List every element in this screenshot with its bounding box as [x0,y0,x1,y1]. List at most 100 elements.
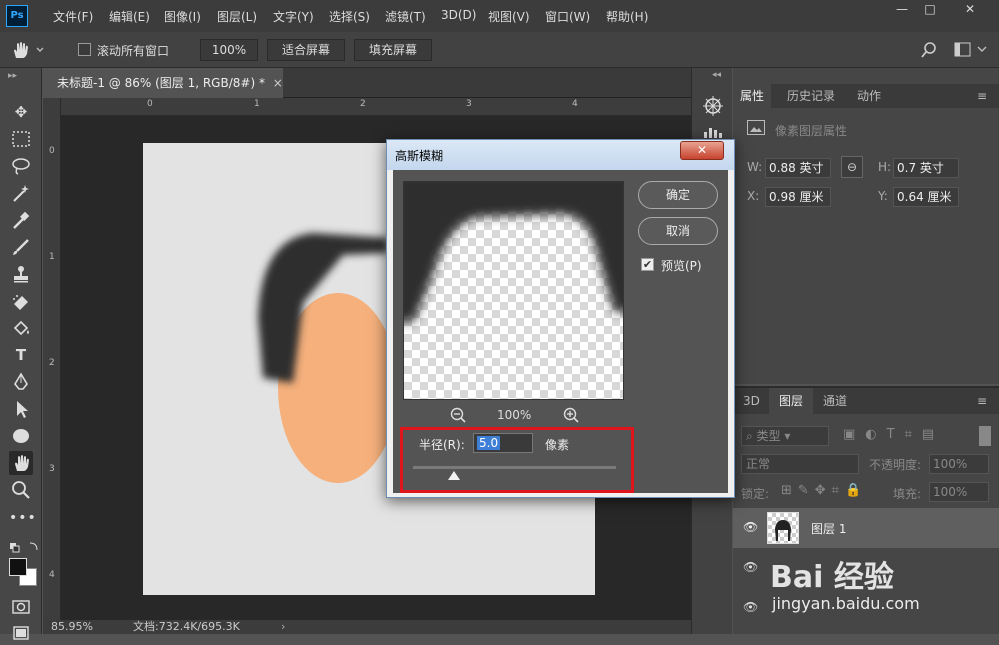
menu-filter[interactable]: 滤镜(T) [385,8,426,25]
height-field[interactable]: 0.7 英寸 [893,158,959,178]
type-tool-icon[interactable]: T [9,343,33,367]
ruler-label: 3 [466,99,472,109]
menu-layer[interactable]: 图层(L) [217,8,257,25]
width-field[interactable]: 0.88 英寸 [765,158,831,178]
navigator-icon[interactable] [702,95,724,117]
tab-layers[interactable]: 图层 [769,388,813,414]
maximize-button[interactable]: □ [917,0,943,18]
paint-bucket-tool-icon[interactable] [9,316,33,340]
hand-tool-icon[interactable] [9,451,33,475]
ok-button[interactable]: 确定 [638,181,718,209]
brush-tool-icon[interactable] [9,235,33,259]
menu-select[interactable]: 选择(S) [329,8,370,25]
preview-hair [404,182,623,322]
fill-label: 填充: [893,487,922,501]
layer-row-1[interactable]: 👁 图层 1 [733,508,999,548]
menu-help[interactable]: 帮助(H) [606,8,648,25]
ruler-label: 4 [572,99,578,109]
preview-zoom-value: 100% [497,408,532,422]
lock-icons[interactable]: ⊞✎✥⌗🔒 [781,483,867,498]
dialog-title-bar[interactable]: 高斯模糊 ✕ [387,140,734,170]
tab-channels[interactable]: 通道 [823,388,847,414]
blur-preview[interactable] [403,181,624,400]
blend-mode-value: 正常 [746,457,771,471]
zoom-out-icon[interactable] [449,406,467,424]
tab-3d[interactable]: 3D [743,388,760,414]
screen-mode-icon[interactable] [9,621,33,645]
stamp-tool-icon[interactable] [9,262,33,286]
collapse-strip-icon[interactable]: ◂◂ [712,70,721,80]
layer-name[interactable]: 图层 1 [811,520,846,537]
baidu-watermark-logo: Bai 经验 [770,560,894,595]
zoom-status[interactable]: 85.95% [51,620,93,634]
tab-properties[interactable]: 属性 [733,84,771,108]
tab-actions[interactable]: 动作 [857,84,881,108]
panel-menu-icon[interactable]: ≡ [977,84,987,108]
ruler-label: 1 [254,99,260,109]
fill-field[interactable]: 100% [929,482,989,502]
menu-3d[interactable]: 3D(D) [441,8,476,22]
menu-image[interactable]: 图像(I) [164,8,201,25]
properties-panel: 属性 历史记录 动作 ≡ 像素图层属性 W: 0.88 英寸 ⊖ H: 0.7 … [733,68,999,384]
workspace-icon[interactable] [954,42,990,58]
menu-window[interactable]: 窗口(W) [545,8,590,25]
hand-tool-preset-icon[interactable] [10,40,44,60]
path-selection-tool-icon[interactable] [9,397,33,421]
move-tool-icon[interactable]: ✥ [9,100,33,124]
zoom-100-button[interactable]: 100% [200,39,258,61]
more-tools-icon[interactable]: ••• [9,506,36,530]
preview-checkbox[interactable]: ✔ [641,258,654,271]
zoom-tool-icon[interactable] [9,478,33,502]
visibility-eye-icon[interactable]: 👁 [743,600,758,614]
ruler-label: 1 [49,252,55,262]
y-label: Y: [878,189,888,203]
scroll-all-checkbox[interactable] [78,43,91,56]
close-window-button[interactable]: ✕ [955,0,985,18]
color-swatches[interactable] [8,557,38,587]
layers-menu-icon[interactable]: ≡ [977,388,987,414]
y-field[interactable]: 0.64 厘米 [893,187,959,207]
histogram-icon[interactable] [702,126,724,138]
quick-mask-icon[interactable] [9,595,33,619]
menu-file[interactable]: 文件(F) [53,8,93,25]
cancel-button[interactable]: 取消 [638,217,718,245]
eraser-tool-icon[interactable] [9,289,33,313]
w-label: W: [747,160,763,174]
link-icon[interactable]: ⊖ [841,156,863,178]
close-tab-icon[interactable]: × [273,76,283,90]
zoom-in-icon[interactable] [562,406,580,424]
layer-filter-icons[interactable]: ▣◐T⌗▤ [843,427,944,442]
properties-header: 像素图层属性 [775,124,848,138]
menu-view[interactable]: 视图(V) [488,8,530,25]
scroll-all-label: 滚动所有窗口 [97,44,170,58]
status-arrow-icon[interactable]: › [281,620,285,634]
pixel-layer-icon [747,120,765,135]
collapse-toolbar-icon[interactable]: ▸▸ [8,71,17,81]
tab-history[interactable]: 历史记录 [787,84,835,108]
menu-type[interactable]: 文字(Y) [273,8,314,25]
foreground-color-swatch[interactable] [9,558,27,576]
document-tab[interactable]: 未标题-1 @ 86% (图层 1, RGB/8#) * × [43,68,283,98]
magic-wand-tool-icon[interactable] [9,181,33,205]
swap-colors-icon[interactable] [10,540,40,554]
eyedropper-tool-icon[interactable] [9,208,33,232]
visibility-eye-icon[interactable]: 👁 [743,560,758,574]
visibility-eye-icon[interactable]: 👁 [743,520,758,534]
menu-edit[interactable]: 编辑(E) [109,8,150,25]
fill-screen-button[interactable]: 填充屏幕 [354,39,432,61]
dialog-close-button[interactable]: ✕ [680,141,724,160]
minimize-button[interactable]: — [889,0,915,18]
pen-tool-icon[interactable] [9,370,33,394]
marquee-tool-icon[interactable] [9,127,33,151]
opacity-field[interactable]: 100% [929,454,989,474]
lasso-tool-icon[interactable] [9,154,33,178]
search-icon[interactable] [920,41,938,59]
ellipse-tool-icon[interactable] [9,424,33,448]
highlight-box [400,427,634,493]
filter-toggle[interactable] [979,426,991,446]
x-label: X: [747,189,760,203]
x-field[interactable]: 0.98 厘米 [765,187,831,207]
layer-filter-select[interactable]: ⌕ 类型 ▾ [741,426,829,446]
blend-mode-select[interactable]: 正常 [741,454,859,474]
fit-screen-button[interactable]: 适合屏幕 [267,39,345,61]
